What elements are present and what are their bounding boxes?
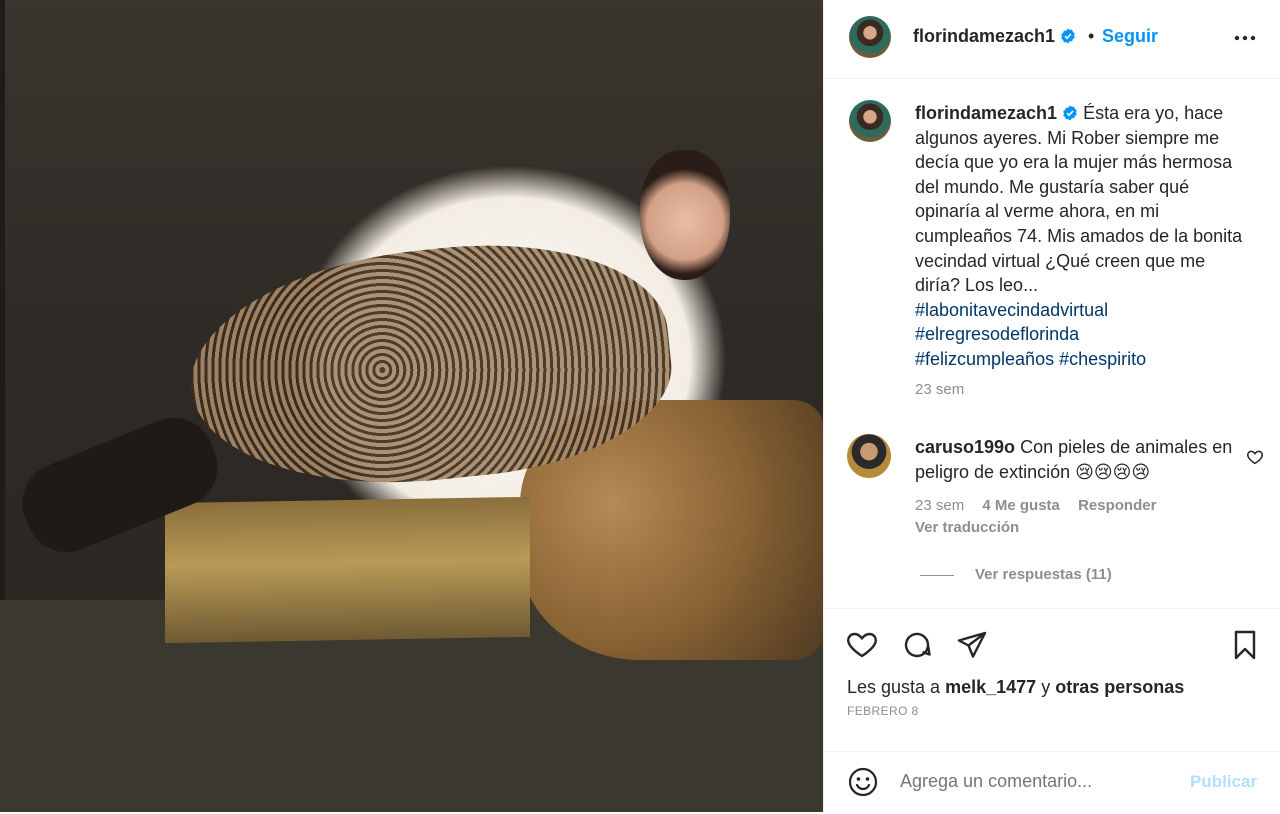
caption-username[interactable]: florindamezach1 [915, 103, 1057, 123]
comment-text: caruso199o Con pieles de animales en pel… [915, 435, 1235, 484]
likes-prefix: Les gusta a [847, 677, 941, 697]
comment-icon[interactable] [901, 629, 933, 661]
caption-timestamp[interactable]: 23 sem [915, 381, 964, 398]
like-icon[interactable] [846, 629, 878, 661]
verified-badge-icon [1063, 105, 1077, 121]
likes-summary: Les gusta a melk_1477 y otras personas [847, 677, 1184, 698]
view-replies-label[interactable]: Ver respuestas (11) [975, 566, 1112, 583]
likes-user[interactable]: melk_1477 [945, 677, 1036, 697]
separator-dot: • [1088, 26, 1095, 46]
hashtag-link[interactable]: #labonitavecindadvirtual [915, 300, 1108, 320]
caption-text: florindamezach1 Ésta era yo, hace alguno… [915, 101, 1245, 372]
post-date[interactable]: FEBRERO 8 [847, 704, 919, 718]
reply-button[interactable]: Responder [1078, 497, 1156, 514]
comment-timestamp[interactable]: 23 sem [915, 497, 964, 514]
comment-meta: 23 sem 4 Me gusta Responder [915, 497, 1170, 514]
hashtag-link[interactable]: #elregresodeflorinda [915, 324, 1079, 344]
photo-head [640, 150, 730, 280]
share-icon[interactable] [956, 629, 988, 661]
likes-conj: y [1041, 677, 1051, 697]
comment-likes-count[interactable]: 4 Me gusta [982, 497, 1060, 514]
comment-like-icon[interactable] [1246, 448, 1264, 466]
post-header: florindamezach1 • Seguir [824, 0, 1280, 79]
avatar[interactable] [847, 434, 891, 478]
comment-input[interactable] [900, 771, 1180, 792]
hashtag-link[interactable]: #chespirito [1059, 349, 1146, 369]
emoji-icon[interactable] [847, 766, 879, 798]
avatar[interactable] [849, 100, 891, 142]
likes-others[interactable]: otras personas [1055, 677, 1184, 697]
save-bookmark-icon[interactable] [1229, 629, 1261, 661]
view-replies-button[interactable]: Ver respuestas (11) [920, 566, 1112, 583]
follow-button[interactable]: Seguir [1102, 26, 1158, 47]
post-side-panel: florindamezach1 • Seguir florindamezach1… [823, 0, 1280, 812]
publish-button[interactable]: Publicar [1190, 772, 1257, 792]
translate-link[interactable]: Ver traducción [915, 519, 1019, 536]
comment-username[interactable]: caruso199o [915, 437, 1015, 457]
header-username[interactable]: florindamezach1 [913, 26, 1076, 47]
hashtag-link[interactable]: #felizcumpleaños [915, 349, 1054, 369]
add-comment-bar: Publicar [824, 751, 1280, 814]
caption-body: Ésta era yo, hace algunos ayeres. Mi Rob… [915, 103, 1243, 296]
username-text[interactable]: florindamezach1 [913, 26, 1055, 46]
post-photo[interactable] [0, 0, 823, 812]
photo-box [165, 496, 530, 644]
more-options-icon[interactable] [1231, 22, 1259, 50]
avatar[interactable] [849, 16, 891, 58]
post-actions: Les gusta a melk_1477 y otras personas F… [824, 608, 1280, 813]
verified-badge-icon [1061, 28, 1075, 44]
